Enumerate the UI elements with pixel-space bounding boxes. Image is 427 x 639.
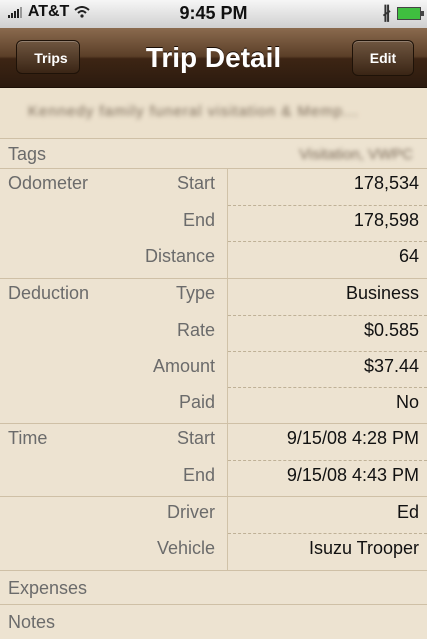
time-end-label: End xyxy=(182,465,215,485)
vehicle-value[interactable]: Isuzu Trooper xyxy=(309,538,419,559)
deduction-rate-label: Rate xyxy=(176,320,215,340)
row-divider xyxy=(228,241,427,242)
deduction-type-value[interactable]: Business xyxy=(346,283,419,304)
clock: 9:45 PM xyxy=(179,3,248,23)
deduction-amount-value: $37.44 xyxy=(363,356,419,376)
odometer-distance-value: 64 xyxy=(398,246,419,266)
trip-title-row[interactable]: Kennedy family funeral visitation & Memp… xyxy=(0,88,427,139)
row-divider xyxy=(228,460,427,461)
notes-label: Notes xyxy=(8,612,56,632)
odometer-label: Odometer xyxy=(8,173,89,193)
deduction-label: Deduction xyxy=(8,283,90,303)
deduction-paid-value[interactable]: No xyxy=(396,392,419,413)
status-bar: AT&T 9:45 PM ∦ xyxy=(0,0,427,28)
row-divider xyxy=(228,387,427,388)
deduction-paid-label: Paid xyxy=(178,392,215,412)
odometer-start-label: Start xyxy=(176,173,215,193)
driver-label: Driver xyxy=(167,502,215,522)
deduction-amount-label: Amount xyxy=(152,356,215,376)
tags-value: Visitation, VWPC xyxy=(299,146,413,163)
time-start-label: Start xyxy=(176,428,215,448)
tags-label: Tags xyxy=(8,144,47,164)
battery-icon xyxy=(397,7,424,20)
expenses-label: Expenses xyxy=(8,578,88,598)
odometer-distance-label: Distance xyxy=(144,246,215,266)
odometer-start-value[interactable]: 178,534 xyxy=(354,173,419,194)
navigation-bar: Trips Trip Detail Edit xyxy=(0,28,427,88)
deduction-type-label: Type xyxy=(175,283,215,303)
vehicle-label: Vehicle xyxy=(156,538,215,558)
row-divider xyxy=(228,533,427,534)
edit-button[interactable]: Edit xyxy=(352,40,414,76)
trip-title: Kennedy family funeral visitation & Memp… xyxy=(28,103,359,120)
notes-row[interactable]: Notes xyxy=(0,604,427,639)
deduction-rate-value[interactable]: $0.585 xyxy=(364,320,419,341)
time-label: Time xyxy=(8,428,48,448)
odometer-end-value[interactable]: 178,598 xyxy=(354,210,419,231)
row-divider xyxy=(228,205,427,206)
odometer-end-label: End xyxy=(182,210,215,230)
row-divider xyxy=(228,351,427,352)
bluetooth-icon: ∦ xyxy=(382,3,392,22)
time-end-value[interactable]: 9/15/08 4:43 PM xyxy=(287,465,419,486)
expenses-row[interactable]: Expenses xyxy=(0,570,427,604)
driver-value[interactable]: Ed xyxy=(397,502,419,523)
edit-button-label: Edit xyxy=(369,50,397,66)
time-start-value[interactable]: 9/15/08 4:28 PM xyxy=(287,428,419,449)
row-divider xyxy=(228,315,427,316)
